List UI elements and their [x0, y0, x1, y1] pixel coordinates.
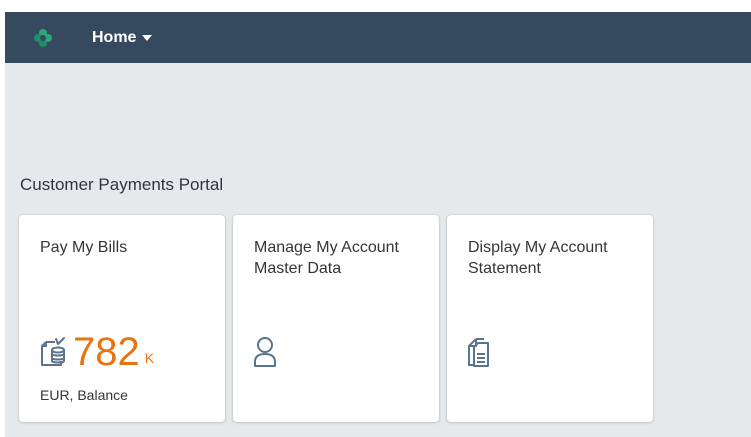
tile-title: Display My Account Statement: [468, 239, 608, 277]
shell-bar: Home: [5, 12, 751, 63]
company-logo-icon[interactable]: [33, 28, 53, 48]
tile-manage-account-master-data[interactable]: Manage My Account Master Data: [233, 215, 439, 422]
tile-title: Manage My Account Master Data: [254, 239, 399, 277]
launchpad: Home Customer Payments Portal Pay My Bil…: [5, 12, 751, 437]
bills-icon: [41, 337, 65, 366]
tile-pay-my-bills[interactable]: Pay My Bills 782 K EUR, Balance: [19, 215, 225, 422]
home-menu-label: Home: [92, 29, 137, 46]
kpi-scale: K: [144, 350, 155, 366]
documents-icon: [468, 338, 489, 367]
group-title: Customer Payments Portal: [20, 175, 224, 194]
person-icon: [254, 337, 276, 367]
home-menu-button[interactable]: Home: [92, 26, 153, 50]
kpi-container: 782 K: [39, 328, 154, 374]
kpi-value: 782: [73, 330, 140, 374]
tile-footer: EUR, Balance: [40, 387, 128, 403]
caret-down-icon: [142, 35, 153, 41]
tile-title: Pay My Bills: [40, 239, 128, 256]
tile-display-account-statement[interactable]: Display My Account Statement: [447, 215, 653, 422]
